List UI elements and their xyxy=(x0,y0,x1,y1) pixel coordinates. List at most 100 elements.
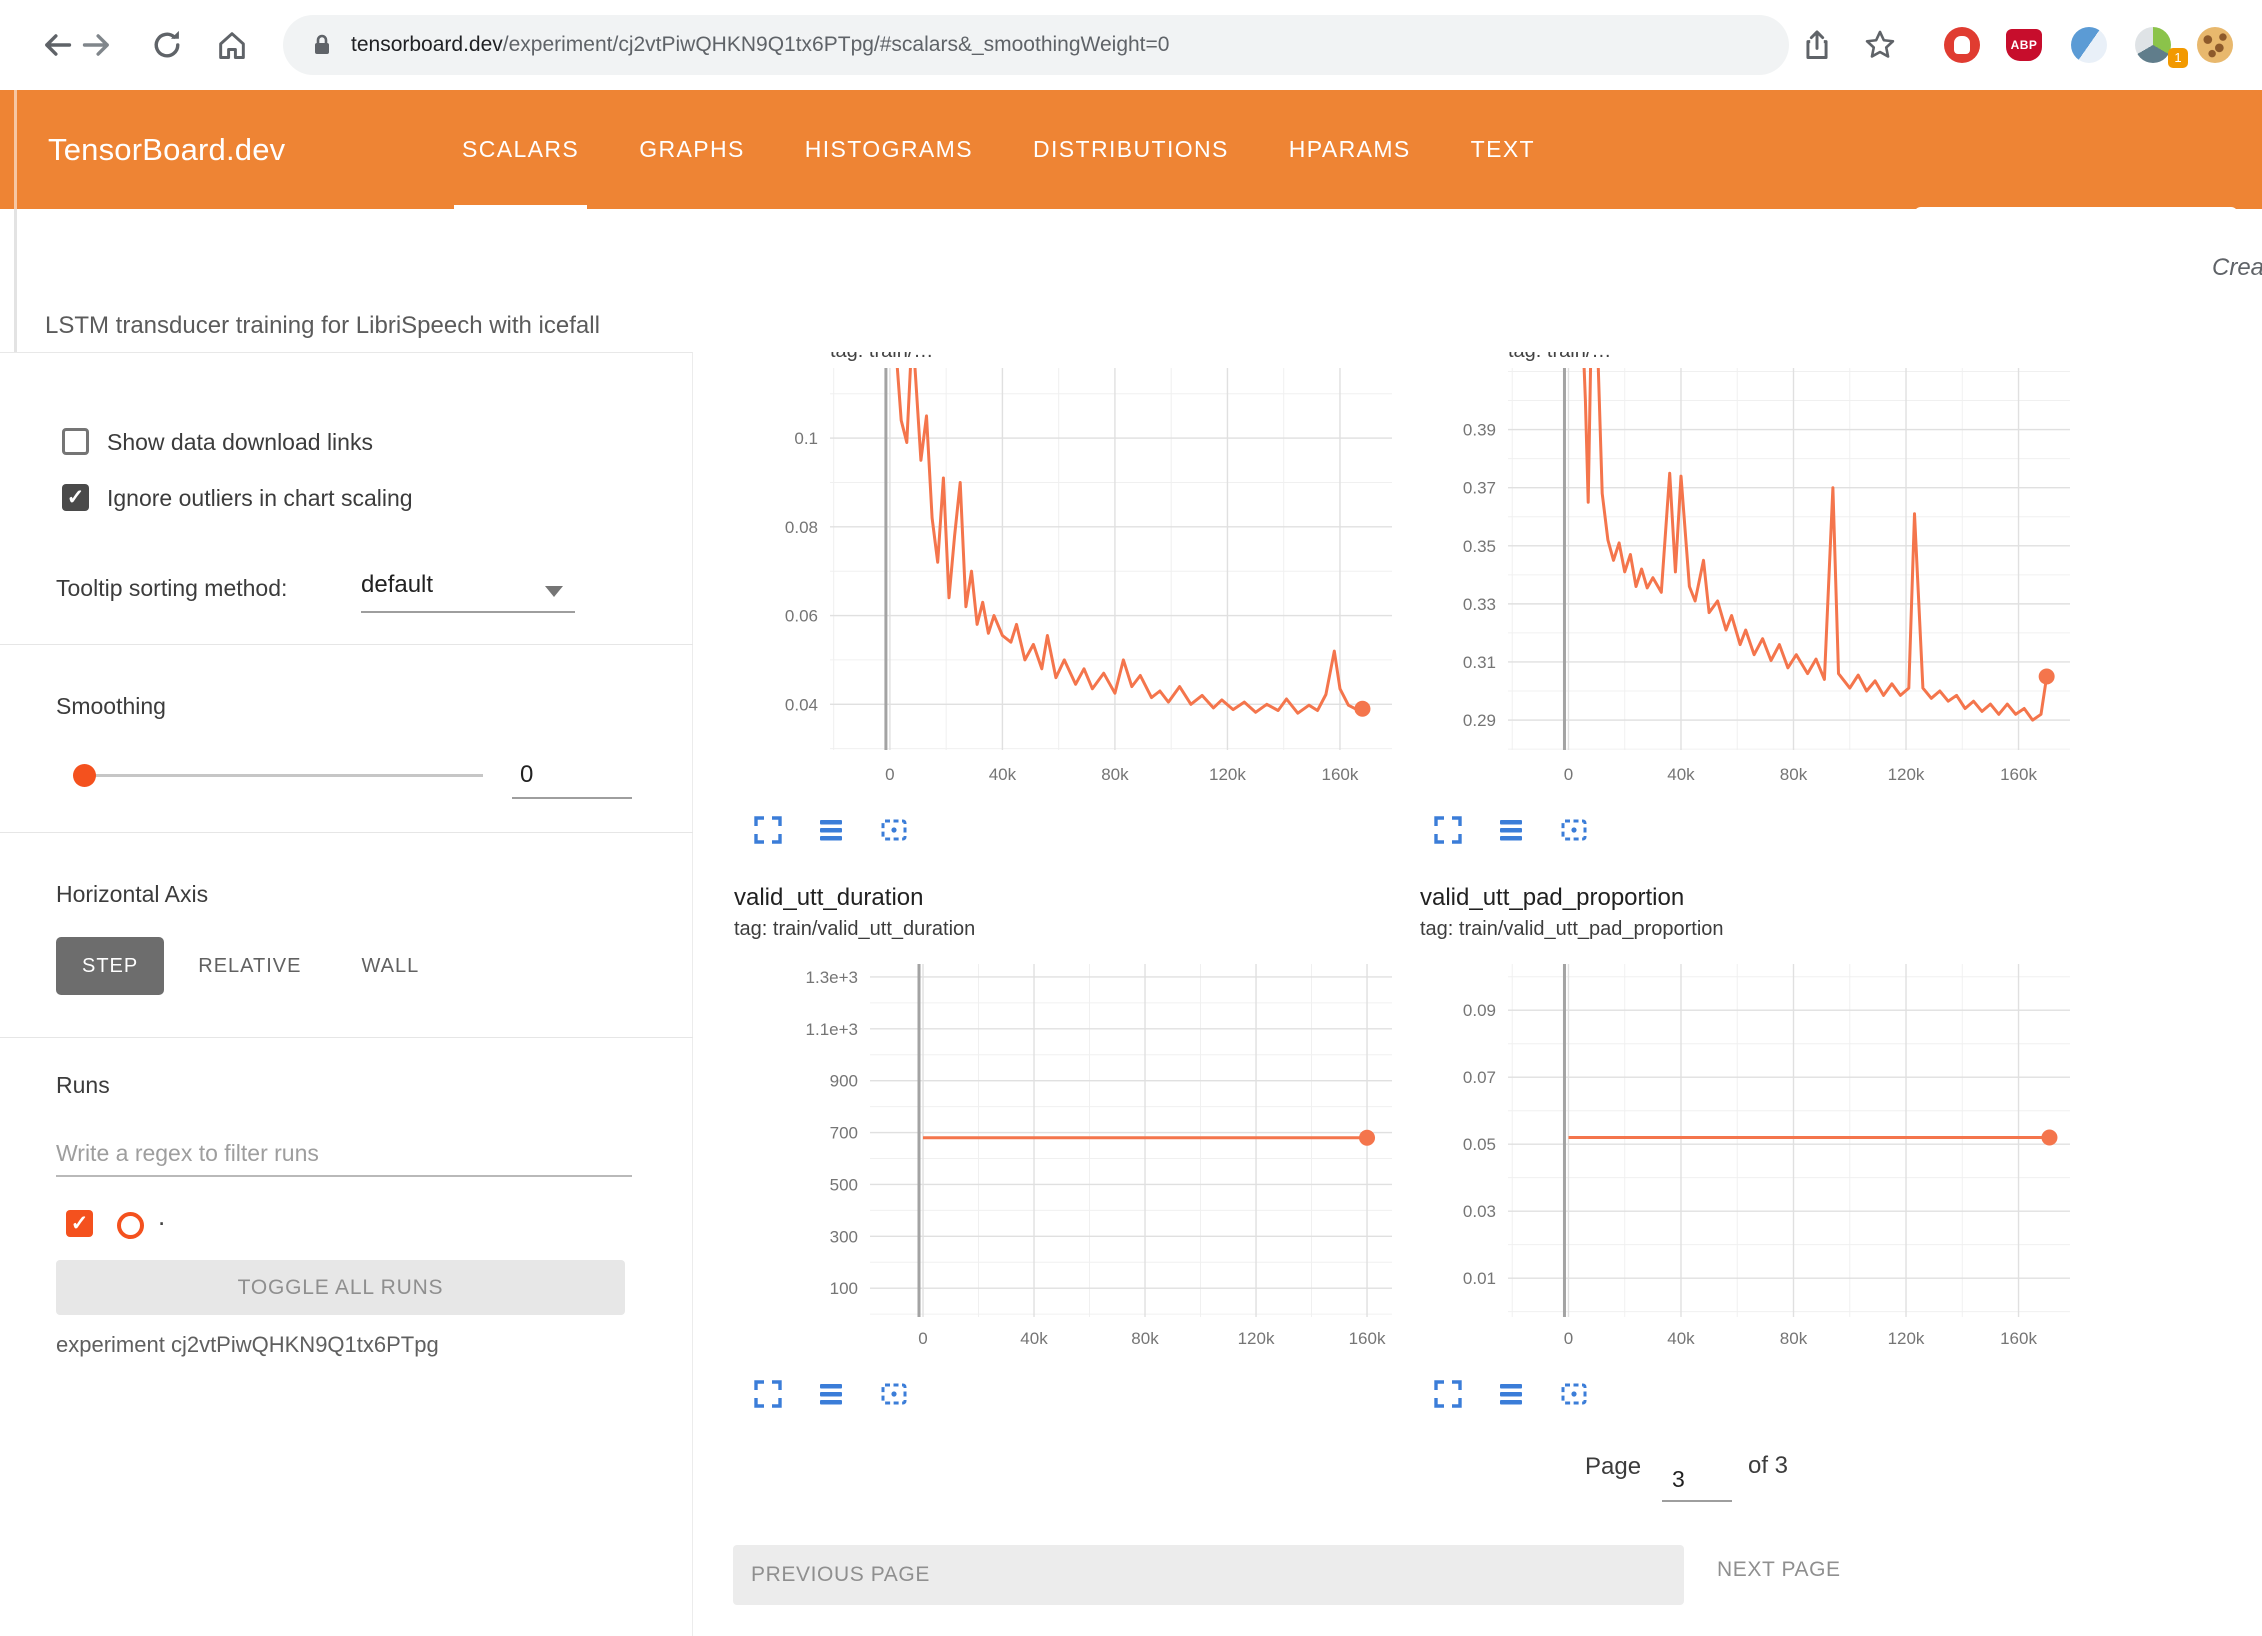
tab-histograms[interactable]: HISTOGRAMS xyxy=(775,90,1003,209)
horizontal-axis-buttons: STEPRELATIVEWALL xyxy=(56,937,445,995)
show-download-links-checkbox[interactable] xyxy=(62,428,89,455)
axis-wall-button[interactable]: WALL xyxy=(335,937,445,995)
svg-text:700: 700 xyxy=(830,1124,858,1143)
svg-text:0.07: 0.07 xyxy=(1463,1068,1496,1087)
fullscreen-icon[interactable] xyxy=(1432,814,1464,846)
horizontal-bars-icon[interactable] xyxy=(815,1378,847,1410)
previous-page-button[interactable]: PREVIOUS PAGE xyxy=(733,1545,1684,1605)
svg-text:0.01: 0.01 xyxy=(1463,1269,1496,1288)
smoothing-value-input[interactable] xyxy=(512,753,632,799)
run-color-circle xyxy=(117,1212,144,1239)
reload-icon[interactable] xyxy=(150,28,184,62)
blue-extension-icon[interactable] xyxy=(2071,27,2107,63)
smoothing-slider-track[interactable] xyxy=(83,774,483,777)
settings-sidebar: Show data download links ✓ Ignore outlie… xyxy=(0,352,693,1636)
tensorboard-logo[interactable]: TensorBoard.dev xyxy=(48,90,285,209)
chart-toolbar xyxy=(752,1378,910,1410)
horizontal-bars-icon[interactable] xyxy=(815,814,847,846)
tooltip-sorting-select[interactable]: default xyxy=(361,571,575,613)
next-page-button[interactable]: NEXT PAGE xyxy=(1717,1558,1841,1582)
toggle-all-runs-button[interactable]: TOGGLE ALL RUNS xyxy=(56,1260,625,1315)
fullscreen-icon[interactable] xyxy=(752,814,784,846)
svg-text:120k: 120k xyxy=(1209,765,1246,784)
runs-filter-input[interactable] xyxy=(56,1131,632,1177)
svg-text:0.09: 0.09 xyxy=(1463,1001,1496,1020)
lock-icon xyxy=(307,30,337,60)
horizontal-bars-icon[interactable] xyxy=(1495,1378,1527,1410)
fit-to-frame-icon[interactable] xyxy=(1558,814,1590,846)
scrollbar-line xyxy=(14,90,17,209)
axis-step-button[interactable]: STEP xyxy=(56,937,164,995)
cookie-extension-icon[interactable] xyxy=(2197,27,2233,63)
svg-text:120k: 120k xyxy=(1888,1329,1925,1348)
svg-text:40k: 40k xyxy=(1667,765,1695,784)
app-root: tensorboard.dev/experiment/cj2vtPiwQHKN9… xyxy=(0,0,2262,1636)
svg-text:40k: 40k xyxy=(1667,1329,1695,1348)
adblock-extension-icon[interactable] xyxy=(1944,27,1980,63)
svg-text:0.31: 0.31 xyxy=(1463,653,1496,672)
run-name: . xyxy=(158,1201,165,1232)
share-icon[interactable] xyxy=(1800,28,1834,62)
tooltip-sorting-label: Tooltip sorting method: xyxy=(56,575,287,602)
pie-extension-icon[interactable] xyxy=(2135,27,2171,63)
svg-text:900: 900 xyxy=(830,1072,858,1091)
chart-toolbar xyxy=(1432,814,1590,846)
run-checkbox[interactable]: ✓ xyxy=(66,1210,93,1237)
divider xyxy=(0,1037,693,1038)
svg-text:120k: 120k xyxy=(1888,765,1925,784)
app-header: TensorBoard.dev SCALARSGRAPHSHISTOGRAMSD… xyxy=(0,90,2262,209)
smoothing-slider-knob[interactable] xyxy=(73,764,96,787)
chart-plot-3[interactable]: 040k80k120k160k0.010.030.050.070.09 xyxy=(1448,940,2078,1380)
tab-distributions[interactable]: DISTRIBUTIONS xyxy=(1003,90,1259,209)
svg-text:80k: 80k xyxy=(1780,1329,1808,1348)
svg-text:40k: 40k xyxy=(1020,1329,1048,1348)
bookmark-star-icon[interactable] xyxy=(1863,28,1897,62)
svg-text:0: 0 xyxy=(1564,765,1573,784)
forward-icon[interactable] xyxy=(80,28,114,62)
abp-extension-icon[interactable]: ABP xyxy=(2006,29,2042,61)
tab-hparams[interactable]: HPARAMS xyxy=(1259,90,1441,209)
page-of-label: of 3 xyxy=(1748,1452,1788,1480)
svg-text:500: 500 xyxy=(830,1175,858,1194)
experiment-title: LSTM transducer training for LibriSpeech… xyxy=(45,312,600,340)
svg-text:120k: 120k xyxy=(1238,1329,1275,1348)
tab-graphs[interactable]: GRAPHS xyxy=(609,90,775,209)
page-label: Page xyxy=(1585,1453,1641,1481)
chart-plot-2[interactable]: 040k80k120k160k1003005007009001.1e+31.3e… xyxy=(770,940,1400,1380)
nav-tabs: SCALARSGRAPHSHISTOGRAMSDISTRIBUTIONSHPAR… xyxy=(432,90,1565,209)
show-download-links-label: Show data download links xyxy=(107,429,373,456)
axis-relative-button[interactable]: RELATIVE xyxy=(172,937,327,995)
runs-label: Runs xyxy=(56,1072,110,1099)
svg-text:100: 100 xyxy=(830,1279,858,1298)
divider xyxy=(0,832,693,833)
fit-to-frame-icon[interactable] xyxy=(1558,1378,1590,1410)
tab-text[interactable]: TEXT xyxy=(1441,90,1565,209)
home-icon[interactable] xyxy=(215,28,249,62)
chart-plot-1[interactable]: 040k80k120k160k0.290.310.330.350.370.39 xyxy=(1448,350,2078,802)
chart-plot-0[interactable]: 040k80k120k160k0.040.060.080.1 xyxy=(770,350,1400,802)
tab-scalars[interactable]: SCALARS xyxy=(432,90,609,209)
fullscreen-icon[interactable] xyxy=(1432,1378,1464,1410)
horizontal-bars-icon[interactable] xyxy=(1495,814,1527,846)
fullscreen-icon[interactable] xyxy=(752,1378,784,1410)
svg-text:0: 0 xyxy=(1564,1329,1573,1348)
chart-toolbar xyxy=(1432,1378,1590,1410)
svg-text:80k: 80k xyxy=(1131,1329,1159,1348)
send-feedback-button[interactable]: SEND FEEDBACK xyxy=(1914,207,2238,270)
svg-text:160k: 160k xyxy=(1322,765,1359,784)
url-domain: tensorboard.dev xyxy=(351,33,503,56)
chart-toolbar xyxy=(752,814,910,846)
chart-tag: tag: train/valid_utt_duration xyxy=(734,918,975,941)
svg-text:0.05: 0.05 xyxy=(1463,1135,1496,1154)
svg-text:0.08: 0.08 xyxy=(785,518,818,537)
ignore-outliers-label: Ignore outliers in chart scaling xyxy=(107,485,413,512)
page-number-input[interactable] xyxy=(1662,1458,1732,1502)
fit-to-frame-icon[interactable] xyxy=(878,1378,910,1410)
address-bar[interactable]: tensorboard.dev/experiment/cj2vtPiwQHKN9… xyxy=(283,15,1789,75)
svg-text:160k: 160k xyxy=(2000,1329,2037,1348)
svg-text:300: 300 xyxy=(830,1227,858,1246)
ignore-outliers-checkbox[interactable]: ✓ xyxy=(62,484,89,511)
svg-text:0.33: 0.33 xyxy=(1463,595,1496,614)
back-icon[interactable] xyxy=(40,28,74,62)
fit-to-frame-icon[interactable] xyxy=(878,814,910,846)
